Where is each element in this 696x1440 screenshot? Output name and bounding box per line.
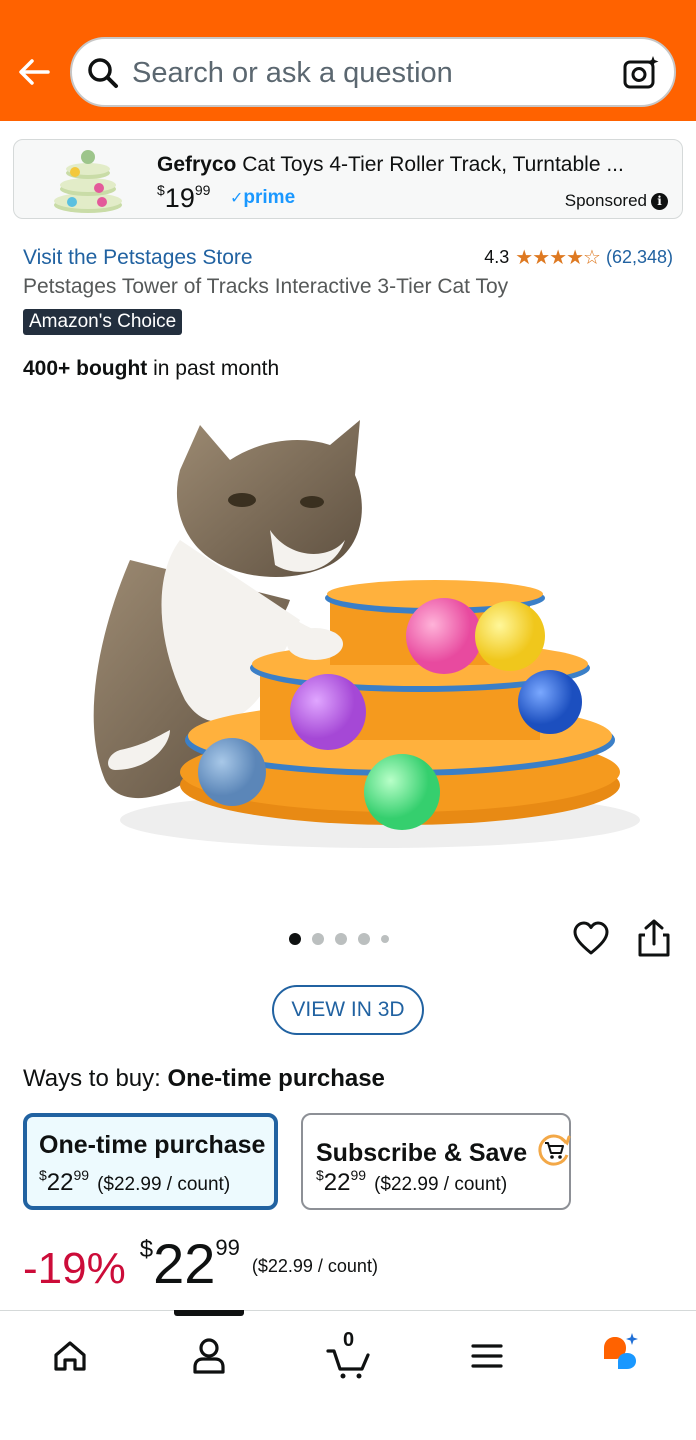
price-block: -19% $2299 ($22.99 / count) [23,1236,378,1294]
main-price-fraction: 99 [215,1235,240,1260]
option-price-fraction: 99 [350,1167,367,1183]
subscribe-cart-icon [538,1134,571,1166]
ad-brand: Gefryco [157,153,237,176]
amazons-choice-badge[interactable]: Amazon's Choice [23,309,183,335]
image-carousel-dots[interactable] [289,933,389,945]
prime-check-icon: ✓ [230,190,244,207]
ways-to-buy-heading: Ways to buy: One-time purchase [23,1065,385,1093]
one-time-purchase-option[interactable]: One-time purchase $2299 ($22.99 / count) [23,1113,278,1210]
sponsored-ad-banner[interactable]: Gefryco Cat Toys 4-Tier Roller Track, Tu… [13,139,683,219]
ad-title-text: Cat Toys 4-Tier Roller Track, Turntable … [242,153,624,176]
main-price-whole: 22 [153,1232,216,1295]
option-title: Subscribe & Save [316,1131,572,1168]
option-price: $2299 ($22.99 / count) [316,1167,507,1197]
home-icon[interactable] [45,1331,95,1381]
ad-product-thumbnail [54,150,122,213]
option-title-text: Subscribe & Save [316,1139,528,1167]
rating-value: 4.3 [484,247,510,267]
info-icon[interactable]: i [651,192,668,210]
option-title: One-time purchase [39,1131,266,1159]
ad-price-whole: 19 [164,183,195,213]
ad-price-fraction: 99 [194,182,211,198]
sponsored-label[interactable]: Sponsored i [565,191,668,211]
subscribe-and-save-option[interactable]: Subscribe & Save $2299 ($22.99 / count) [301,1113,571,1210]
share-icon[interactable] [635,918,673,958]
rating-count[interactable]: (62,348) [606,247,673,268]
ad-price: $1999 [157,182,210,214]
camera-search-icon[interactable] [622,54,660,92]
cart-icon[interactable]: 0 [324,1329,374,1381]
ad-title[interactable]: Gefryco Cat Toys 4-Tier Roller Track, Tu… [157,153,662,177]
discount-percent: -19% [23,1244,126,1293]
sponsored-text: Sponsored [564,191,647,210]
search-icon [88,58,118,88]
carousel-dot[interactable] [358,933,370,945]
prime-badge: ✓prime [230,187,295,209]
prime-label: prime [243,187,296,208]
ways-to-buy-selected: One-time purchase [167,1065,385,1092]
carousel-dot[interactable] [335,933,347,945]
view-in-3d-button[interactable]: VIEW IN 3D [272,985,424,1035]
option-price-whole: 22 [323,1169,351,1196]
option-price: $2299 ($22.99 / count) [39,1167,230,1197]
cart-count: 0 [343,1329,355,1351]
ad-price-currency: $ [157,182,165,198]
back-arrow-icon[interactable] [14,52,54,92]
rating-summary[interactable]: 4.3 ★★★★☆ (62,348) [484,245,673,270]
option-price-whole: 22 [46,1169,74,1196]
bottom-navigation: 0 [0,1310,696,1440]
menu-icon[interactable] [462,1331,512,1381]
option-price-currency: $ [39,1167,47,1183]
search-placeholder[interactable]: Search or ask a question [132,57,453,90]
heart-icon[interactable] [572,920,610,958]
rufus-assistant-icon[interactable] [600,1331,650,1381]
ways-to-buy-label: Ways to buy: [23,1065,161,1092]
account-icon[interactable] [184,1331,234,1381]
carousel-dot[interactable] [312,933,324,945]
top-header: Search or ask a question [0,0,696,121]
carousel-dot[interactable] [289,933,301,945]
product-image[interactable] [60,400,640,880]
main-price: $2299 [140,1236,240,1292]
bought-count: 400+ bought [23,357,148,380]
option-price-fraction: 99 [73,1167,90,1183]
bought-rest: in past month [147,357,280,380]
option-unit-price: ($22.99 / count) [374,1174,508,1195]
search-bar[interactable]: Search or ask a question [70,37,676,107]
star-rating-icon: ★★★★☆ [515,247,601,269]
bought-in-past-month: 400+ bought in past month [23,357,279,381]
unit-price: ($22.99 / count) [251,1256,378,1276]
visit-store-link[interactable]: Visit the Petstages Store [23,246,253,270]
option-unit-price: ($22.99 / count) [97,1174,231,1195]
carousel-dot[interactable] [381,935,389,943]
product-title: Petstages Tower of Tracks Interactive 3-… [23,275,509,298]
option-price-currency: $ [316,1167,324,1183]
active-tab-indicator [174,1310,244,1316]
main-price-currency: $ [139,1236,154,1263]
